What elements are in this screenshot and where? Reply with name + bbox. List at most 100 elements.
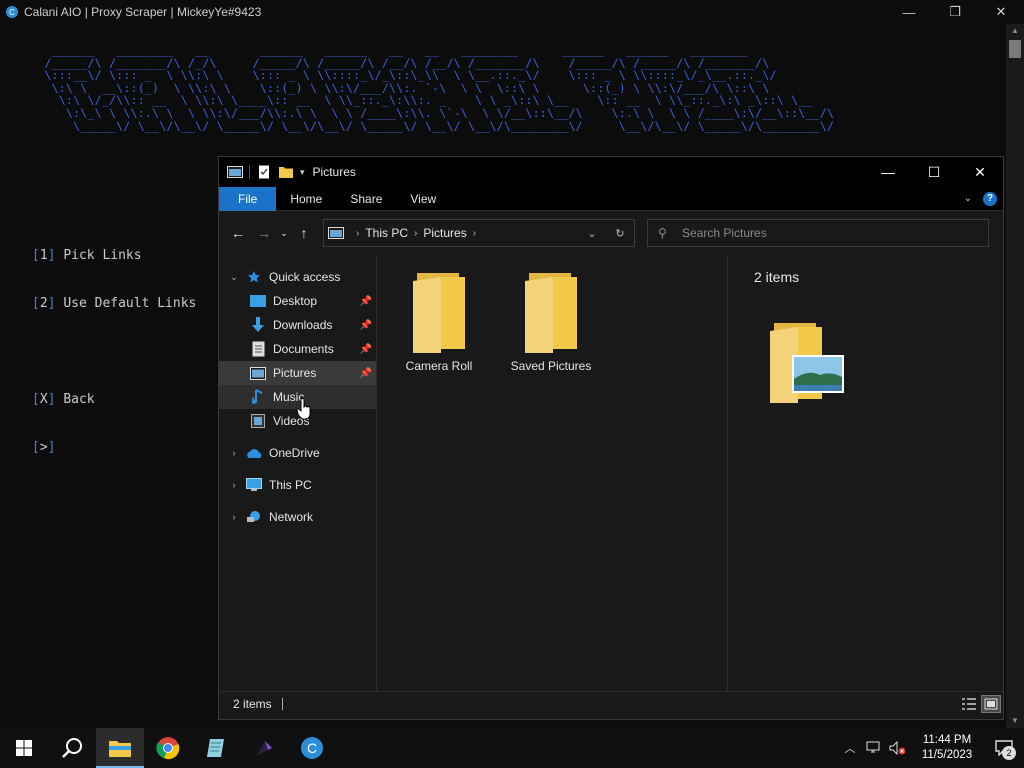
status-item-count: 2 items <box>233 696 272 711</box>
volume-muted-icon[interactable] <box>886 728 910 768</box>
explorer-title: Pictures <box>312 165 356 179</box>
properties-icon[interactable] <box>256 165 272 179</box>
search-input[interactable] <box>682 226 982 240</box>
minimize-button[interactable]: — <box>865 157 911 187</box>
expand-chevron-icon[interactable]: › <box>223 448 245 458</box>
taskbar-calani[interactable]: C <box>288 728 336 768</box>
start-button[interactable] <box>0 728 48 768</box>
chevron-right-icon[interactable]: › <box>414 228 417 239</box>
scroll-thumb[interactable] <box>1009 40 1021 58</box>
refresh-icon[interactable]: ↻ <box>606 220 634 246</box>
system-tray: ︿ 11:44 PM 11/5/2023 2 <box>838 728 1024 768</box>
this-pc-address-icon <box>328 227 344 239</box>
pin-icon[interactable]: 📌 <box>360 368 372 379</box>
expand-ribbon-icon[interactable]: ⌄ <box>957 193 979 204</box>
details-pane: 2 items <box>727 255 1003 691</box>
network-icon <box>245 509 263 525</box>
status-bar: 2 items <box>219 691 1003 715</box>
folder-item-camera-roll[interactable]: Camera Roll <box>391 269 487 373</box>
console-minimize-button[interactable]: — <box>886 0 932 24</box>
taskbar-chrome[interactable] <box>144 728 192 768</box>
address-dropdown-icon[interactable]: ⌄ <box>578 220 606 246</box>
clock-date: 11/5/2023 <box>921 749 973 761</box>
console-scrollbar[interactable]: ▲ ▼ <box>1006 24 1024 728</box>
desktop-icon <box>249 293 267 309</box>
tab-share[interactable]: Share <box>336 187 396 211</box>
search-icon <box>62 738 82 758</box>
console-restore-button[interactable]: ❐ <box>932 0 978 24</box>
console-close-button[interactable]: ✕ <box>978 0 1024 24</box>
menu-option-pick-links: [1] Pick Links <box>32 248 142 263</box>
file-explorer-icon <box>109 741 131 757</box>
nav-network[interactable]: › Network <box>219 505 376 529</box>
expand-chevron-icon[interactable]: › <box>223 480 245 490</box>
breadcrumb-this-pc[interactable]: This PC <box>365 226 408 240</box>
console-title: Calani AIO | Proxy Scraper | MickeyYe#94… <box>24 5 262 19</box>
forward-button[interactable]: → <box>251 220 277 246</box>
recent-locations-icon[interactable]: ⌄ <box>277 220 291 246</box>
back-button[interactable]: ← <box>225 220 251 246</box>
videos-icon <box>249 413 267 429</box>
console-titlebar: C Calani AIO | Proxy Scraper | MickeyYe#… <box>0 0 1024 24</box>
pin-icon[interactable]: 📌 <box>360 344 372 355</box>
nav-item-downloads[interactable]: Downloads 📌 <box>219 313 376 337</box>
folder-item-saved-pictures[interactable]: Saved Pictures <box>503 269 599 373</box>
pin-icon[interactable]: 📌 <box>360 296 372 307</box>
chevron-right-icon[interactable]: › <box>356 228 359 239</box>
preview-item-count: 2 items <box>754 269 800 285</box>
tab-view[interactable]: View <box>396 187 450 211</box>
chrome-icon <box>156 737 180 760</box>
menu-option-default-links: [2] Use Default Links <box>32 296 197 311</box>
nav-label: OneDrive <box>269 446 320 460</box>
console-prompt[interactable]: [>] <box>32 440 196 456</box>
address-bar[interactable]: › This PC › Pictures › ⌄ ↻ <box>323 219 635 247</box>
up-button[interactable]: ↑ <box>291 220 317 246</box>
scroll-up-arrow[interactable]: ▲ <box>1006 24 1024 38</box>
clock-time: 11:44 PM <box>922 734 972 746</box>
nav-label: Documents <box>273 342 334 356</box>
help-icon[interactable]: ? <box>983 191 997 206</box>
details-view-button[interactable] <box>959 695 979 713</box>
taskbar-file-explorer[interactable] <box>96 728 144 768</box>
collapse-chevron-icon[interactable]: ⌄ <box>223 272 245 283</box>
nav-item-documents[interactable]: Documents 📌 <box>219 337 376 361</box>
onedrive-icon <box>245 445 263 461</box>
tab-home[interactable]: Home <box>276 187 336 211</box>
tab-file[interactable]: File <box>219 186 277 211</box>
show-hidden-icons-chevron-icon[interactable]: ︿ <box>838 728 862 768</box>
console-menu: [1] Pick Links [2] Use Default Links [X]… <box>32 216 196 488</box>
pictures-icon <box>249 365 267 381</box>
search-icon: ⚲ <box>658 226 667 240</box>
scroll-down-arrow[interactable]: ▼ <box>1006 714 1024 728</box>
folder-icon <box>413 273 465 353</box>
documents-icon <box>249 341 267 357</box>
app-icon <box>256 741 272 756</box>
nav-quick-access[interactable]: ⌄ Quick access <box>219 265 376 289</box>
new-folder-icon[interactable] <box>278 165 294 179</box>
taskbar: C ︿ 11:44 PM 11/5/2023 2 <box>0 728 1024 768</box>
nav-label: Network <box>269 510 314 524</box>
file-list: Camera Roll Saved Pictures <box>377 255 727 691</box>
notification-center-button[interactable]: 2 <box>984 728 1024 768</box>
nav-item-desktop[interactable]: Desktop 📌 <box>219 289 376 313</box>
search-button[interactable] <box>48 728 96 768</box>
expand-chevron-icon[interactable]: › <box>223 512 245 522</box>
pin-icon[interactable]: 📌 <box>360 320 372 331</box>
this-pc-icon <box>245 477 263 493</box>
nav-item-pictures[interactable]: Pictures 📌 <box>219 361 376 385</box>
folder-label: Camera Roll <box>405 359 473 373</box>
large-icons-view-button[interactable] <box>981 694 1001 713</box>
clock[interactable]: 11:44 PM 11/5/2023 <box>910 733 984 763</box>
nav-this-pc[interactable]: › This PC <box>219 473 376 497</box>
close-button[interactable]: ✕ <box>957 157 1003 187</box>
search-box[interactable]: ⚲ <box>647 219 989 247</box>
qat-customize-icon[interactable]: ▾ <box>300 167 305 178</box>
nav-onedrive[interactable]: › OneDrive <box>219 441 376 465</box>
folder-icon <box>525 273 577 353</box>
chevron-right-icon[interactable]: › <box>473 228 476 239</box>
maximize-button[interactable]: ☐ <box>911 157 957 187</box>
taskbar-notepad[interactable] <box>192 728 240 768</box>
taskbar-app[interactable] <box>240 728 288 768</box>
breadcrumb-pictures[interactable]: Pictures <box>423 226 466 240</box>
network-tray-icon[interactable] <box>862 728 886 768</box>
